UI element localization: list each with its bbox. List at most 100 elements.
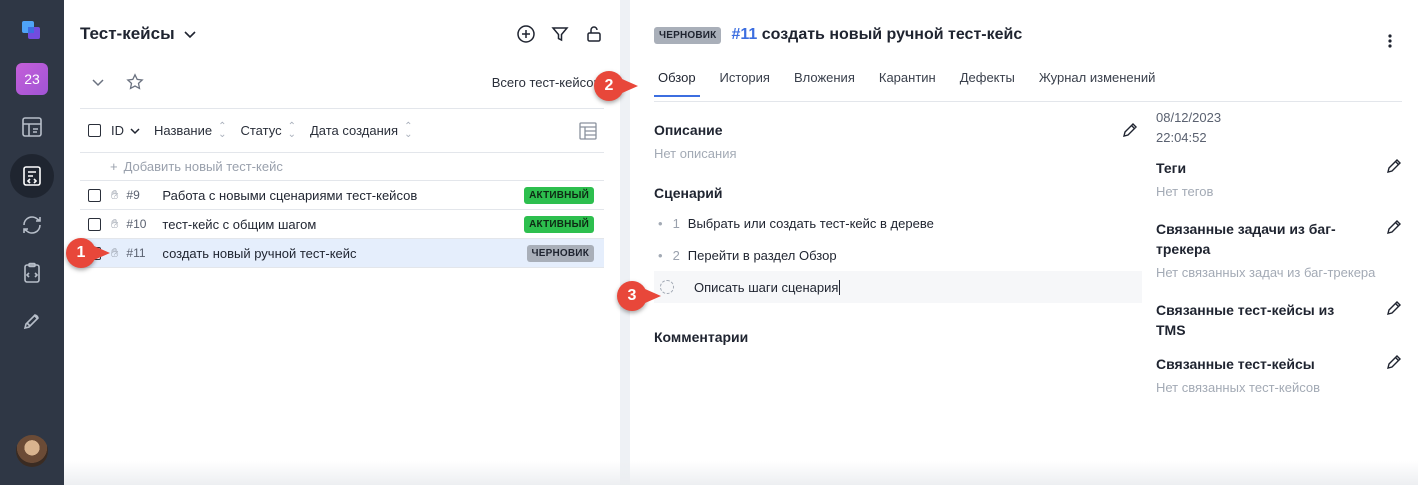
linked-issues-title: Связанные задачи из баг-трекера — [1156, 221, 1336, 257]
manual-hand-icon: ✋︎ — [111, 216, 119, 231]
list-subbar: Всего тест-кейсов: — [80, 68, 604, 100]
row-checkbox[interactable] — [88, 217, 101, 231]
unlock-icon[interactable] — [584, 24, 604, 44]
clipboard-check-icon[interactable] — [10, 252, 54, 294]
status-badge: АКТИВНЫЙ — [524, 215, 594, 233]
new-step-text: Описать шаги сценария — [694, 279, 839, 295]
edit-pencil-icon[interactable] — [1386, 300, 1402, 316]
column-status[interactable]: Статус ⌃ ⌄ — [240, 120, 296, 140]
add-test-case-label: Добавить новый тест-кейс — [123, 159, 283, 174]
test-cases-icon[interactable] — [10, 154, 54, 198]
callout-1: 1 — [66, 238, 110, 268]
list-title-dropdown[interactable]: Тест-кейсы — [80, 24, 197, 44]
add-circle-icon[interactable] — [516, 24, 536, 44]
main-column: Описание Нет описания Сценарий • 1 Выбра… — [654, 122, 1142, 415]
project-badge[interactable]: 23 — [10, 58, 54, 100]
tab-history[interactable]: История — [716, 70, 774, 95]
dashed-circle-icon — [660, 280, 674, 294]
tab-quarantine[interactable]: Карантин — [875, 70, 940, 95]
linked-cases-title: Связанные тест-кейсы — [1156, 356, 1315, 372]
column-name[interactable]: Название ⌃ ⌄ — [154, 120, 227, 140]
new-step-input[interactable]: Описать шаги сценария — [654, 271, 1142, 303]
column-id[interactable]: ID — [111, 123, 140, 138]
add-test-case-row[interactable]: + Добавить новый тест-кейс — [80, 153, 604, 181]
linked-tms-title: Связанные тест-кейсы из TMS — [1156, 302, 1335, 338]
row-checkbox[interactable] — [88, 188, 101, 202]
scenario-title: Сценарий — [654, 185, 723, 201]
manual-hand-icon: ✋︎ — [111, 187, 119, 202]
sort-icon: ⌃ ⌄ — [287, 120, 296, 140]
step-number: 2 — [672, 247, 680, 263]
detail-number: #11 — [731, 26, 758, 43]
scenario-step[interactable]: • 1 Выбрать или создать тест-кейс в дере… — [654, 207, 1142, 239]
tab-overview[interactable]: Обзор — [654, 70, 700, 97]
row-name: создать новый ручной тест-кейс — [162, 245, 357, 261]
filter-icon[interactable] — [550, 24, 570, 44]
tab-attachments[interactable]: Вложения — [790, 70, 859, 95]
linked-tms-block: Связанные тест-кейсы из TMS — [1156, 300, 1402, 340]
sort-icon: ⌃ ⌄ — [218, 120, 227, 140]
column-settings-icon[interactable] — [578, 121, 598, 144]
star-icon[interactable] — [126, 73, 144, 91]
left-rail: 23 — [0, 0, 64, 485]
app-logo-icon[interactable] — [10, 10, 54, 52]
text-caret — [839, 279, 841, 295]
comments-title: Комментарии — [654, 329, 749, 345]
detail-body: Описание Нет описания Сценарий • 1 Выбра… — [654, 110, 1402, 415]
user-avatar[interactable] — [16, 435, 48, 467]
bullet-icon: • — [658, 215, 663, 231]
table-row[interactable]: ✋︎ #9 Работа с новыми сценариями тест-ке… — [80, 181, 604, 210]
chevron-down-icon — [184, 31, 196, 39]
sort-desc-icon — [130, 127, 140, 134]
sync-icon[interactable] — [10, 204, 54, 246]
rocket-icon[interactable] — [10, 300, 54, 342]
tab-changelog[interactable]: Журнал изменений — [1035, 70, 1160, 95]
tab-defects[interactable]: Дефекты — [956, 70, 1019, 95]
linked-issues-block: Связанные задачи из баг-трекера Нет связ… — [1156, 219, 1402, 280]
side-column: 08/12/2023 22:04:52 Теги Нет тегов Связа… — [1142, 110, 1402, 415]
tags-title: Теги — [1156, 160, 1187, 176]
step-number: 1 — [672, 215, 680, 231]
table-header: ID Название ⌃ ⌄ Статус ⌃ ⌄ Дата создания ⌃… — [80, 109, 604, 153]
dashboard-icon[interactable] — [10, 106, 54, 148]
linked-cases-block: Связанные тест-кейсы Нет связанных тест-… — [1156, 354, 1402, 395]
detail-header: ЧЕРНОВИК #11 создать новый ручной тест-к… — [654, 0, 1402, 70]
list-title: Тест-кейсы — [80, 24, 175, 43]
column-status-label: Статус — [240, 123, 282, 138]
panel-splitter[interactable] — [620, 0, 630, 485]
column-created-label: Дата создания — [309, 123, 399, 138]
row-id: #9 — [126, 188, 140, 202]
step-text: Перейти в раздел Обзор — [687, 247, 837, 263]
row-id: #11 — [126, 246, 146, 260]
status-badge: ЧЕРНОВИК — [526, 244, 594, 262]
edit-pencil-icon[interactable] — [1386, 354, 1402, 370]
collapse-chevron-icon[interactable] — [90, 74, 106, 90]
app-window: 23 Тест-кейсы Всего тест-кейсов: ID Назв… — [0, 0, 1418, 485]
more-options-icon[interactable] — [1388, 34, 1392, 53]
detail-title-text: создать новый ручной тест-кейс — [761, 26, 1023, 43]
project-number: 23 — [16, 63, 48, 95]
column-created[interactable]: Дата создания ⌃ ⌄ — [309, 121, 413, 139]
list-actions — [516, 24, 604, 44]
test-case-detail-panel: ЧЕРНОВИК #11 создать новый ручной тест-к… — [630, 0, 1418, 485]
manual-hand-icon: ✋︎ — [111, 245, 119, 260]
table-row[interactable]: ✋︎ #10 тест-кейс с общим шагом АКТИВНЫЙ — [80, 210, 604, 239]
plus-icon: + — [110, 159, 118, 174]
linked-cases-empty: Нет связанных тест-кейсов — [1156, 380, 1320, 395]
detail-title[interactable]: #11 создать новый ручной тест-кейс — [731, 26, 1022, 44]
detail-status-badge: ЧЕРНОВИК — [654, 26, 722, 44]
table-row-selected[interactable]: ✋︎ #11 создать новый ручной тест-кейс ЧЕ… — [80, 239, 604, 268]
scenario-step[interactable]: • 2 Перейти в раздел Обзор — [654, 239, 1142, 271]
detail-tabs: Обзор История Вложения Карантин Дефекты … — [654, 70, 1402, 102]
edit-pencil-icon[interactable] — [1122, 122, 1138, 138]
row-name: Работа с новыми сценариями тест-кейсов — [162, 187, 418, 203]
tags-empty: Нет тегов — [1156, 184, 1214, 199]
column-id-label: ID — [111, 123, 124, 138]
test-case-table: ID Название ⌃ ⌄ Статус ⌃ ⌄ Дата создания ⌃… — [80, 108, 604, 268]
description-empty: Нет описания — [654, 146, 737, 161]
edit-pencil-icon[interactable] — [1386, 219, 1402, 235]
callout-3: 3 — [617, 281, 661, 311]
select-all-checkbox[interactable] — [88, 124, 101, 137]
edit-pencil-icon[interactable] — [1386, 158, 1402, 174]
callout-2: 2 — [594, 71, 638, 101]
